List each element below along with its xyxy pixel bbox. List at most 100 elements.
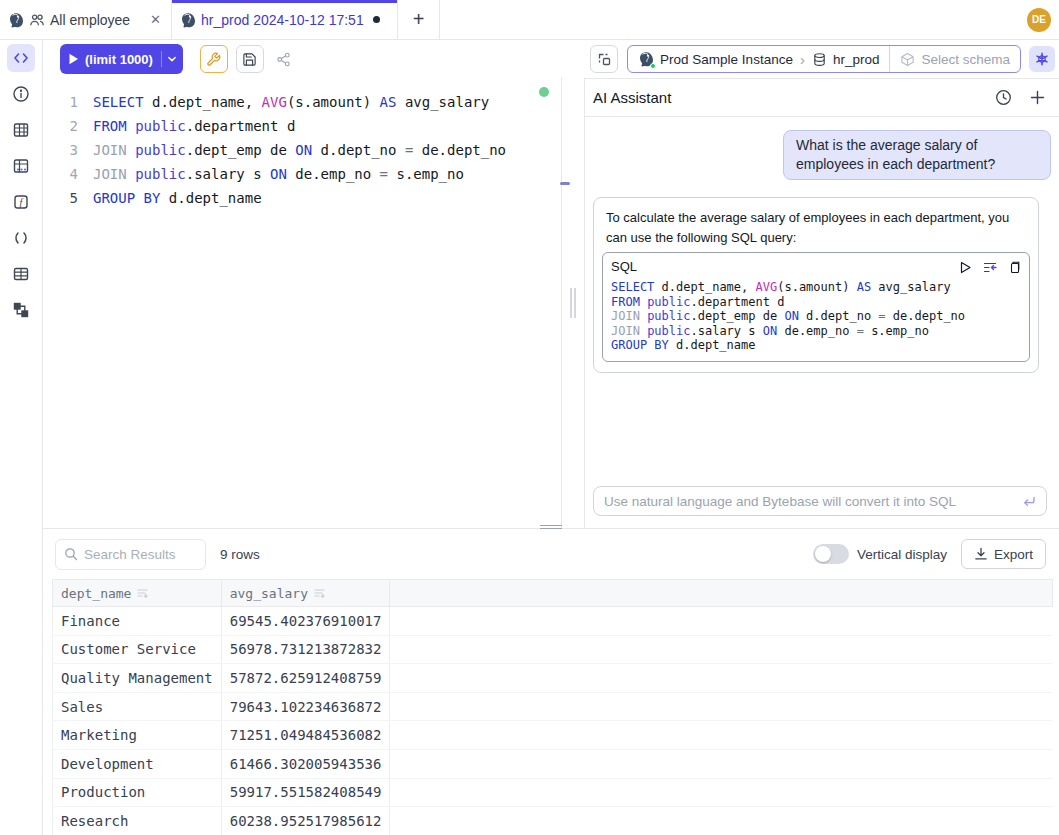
history-button[interactable] (995, 89, 1012, 106)
chevron-down-icon[interactable] (167, 54, 177, 64)
copy-code-button[interactable] (1008, 261, 1021, 274)
parentheses-icon (12, 229, 30, 247)
table-cell[interactable]: Quality Management (53, 664, 222, 693)
sidebar-item-editor[interactable] (7, 44, 35, 72)
drag-handle[interactable] (571, 288, 576, 318)
table-cell[interactable]: 79643.102234636872 (221, 692, 390, 721)
ai-assistant-button[interactable] (1029, 46, 1055, 72)
sidebar-item-procedures[interactable] (12, 229, 30, 247)
status-dot (650, 63, 656, 69)
table-cell-empty (390, 749, 1053, 778)
connection-breadcrumb: Prod Sample Instance › hr_prod Select sc… (627, 45, 1021, 73)
column-header[interactable]: dept_name (53, 580, 222, 607)
new-tab-button[interactable]: + (398, 0, 440, 39)
sidebar-item-tables[interactable] (12, 121, 30, 139)
table-row[interactable]: Customer Service56978.731213872832 (53, 635, 1053, 664)
nl2sql-input[interactable]: Use natural language and Bytebase will c… (593, 486, 1047, 516)
avatar[interactable]: DE (1027, 8, 1051, 32)
editor-line[interactable]: 5GROUP BY d.dept_name (43, 186, 561, 210)
close-tab-icon[interactable]: ✕ (150, 12, 161, 27)
sidebar-item-views[interactable] (12, 265, 30, 283)
new-chat-button[interactable] (1030, 90, 1045, 105)
horizontal-drag-handle[interactable] (540, 525, 562, 529)
copy-icon (1008, 261, 1021, 274)
tab-all-employee[interactable]: All employee ✕ (0, 0, 172, 39)
editor-line[interactable]: 3JOIN public.dept_emp de ON d.dept_no = … (43, 138, 561, 162)
play-icon (959, 261, 972, 274)
table-row[interactable]: Development61466.302005943536 (53, 749, 1053, 778)
table-cell[interactable]: Finance (53, 607, 222, 636)
table-cell-empty (390, 721, 1053, 750)
left-icon-rail: f (0, 40, 43, 835)
view-table-icon (12, 265, 30, 283)
batch-query-button[interactable] (590, 45, 618, 73)
play-icon (68, 53, 79, 65)
table-row[interactable]: Production59917.551582408549 (53, 778, 1053, 807)
panel-splitter[interactable] (562, 78, 584, 528)
connection-status-dot (539, 87, 549, 97)
table-cell[interactable]: Sales (53, 692, 222, 721)
insert-code-button[interactable] (983, 261, 997, 274)
table-row[interactable]: Research60238.952517985612 (53, 807, 1053, 835)
table-cell[interactable]: Marketing (53, 721, 222, 750)
chat-area: What is the average salary of employees … (585, 117, 1059, 486)
table-row[interactable]: Marketing71251.049484536082 (53, 721, 1053, 750)
vertical-display-toggle[interactable] (813, 544, 849, 564)
tab-label: All employee (50, 12, 130, 28)
run-code-button[interactable] (959, 261, 972, 274)
user-message: What is the average salary of employees … (783, 130, 1051, 180)
instance-name: Prod Sample Instance (660, 52, 793, 67)
table-cell[interactable]: 59917.551582408549 (221, 778, 390, 807)
tab-hr-prod[interactable]: hr_prod 2024-10-12 17:51 (172, 0, 398, 39)
divider (161, 51, 162, 67)
table-cell[interactable]: Production (53, 778, 222, 807)
table-row[interactable]: Sales79643.102234636872 (53, 692, 1053, 721)
table-cell[interactable]: Customer Service (53, 635, 222, 664)
sort-icon[interactable] (314, 588, 325, 598)
schema-diagram-icon (12, 301, 30, 319)
export-label: Export (994, 547, 1033, 562)
sidebar-item-external-tables[interactable] (12, 157, 30, 175)
sidebar-item-functions[interactable]: f (12, 193, 30, 211)
format-sql-button[interactable] (200, 45, 228, 73)
editor-line[interactable]: 1SELECT d.dept_name, AVG(s.amount) AS av… (43, 90, 561, 114)
table-cell[interactable]: 61466.302005943536 (221, 749, 390, 778)
save-icon (242, 52, 257, 67)
postgresql-icon (8, 12, 24, 28)
editor-line[interactable]: 2FROM public.department d (43, 114, 561, 138)
schema-select[interactable]: Select schema (890, 52, 1020, 67)
table-cell[interactable]: 60238.952517985612 (221, 807, 390, 835)
table-cell[interactable]: Research (53, 807, 222, 835)
vertical-display-label: Vertical display (857, 547, 947, 562)
postgresql-icon (180, 12, 196, 28)
run-query-button[interactable]: (limit 1000) (60, 44, 183, 74)
column-header-empty (390, 580, 1053, 607)
export-button[interactable]: Export (961, 539, 1046, 569)
sidebar-item-info[interactable] (12, 85, 30, 103)
schema-placeholder: Select schema (921, 52, 1010, 67)
column-header[interactable]: avg_salary (221, 580, 390, 607)
sql-editor[interactable]: 1SELECT d.dept_name, AVG(s.amount) AS av… (43, 78, 562, 528)
save-button[interactable] (236, 45, 264, 73)
table-cell[interactable]: Development (53, 749, 222, 778)
input-placeholder: Use natural language and Bytebase will c… (604, 494, 1022, 509)
results-table-wrap: dept_name avg_salary Finance69545.402376… (52, 579, 1059, 835)
table-row[interactable]: Finance69545.402376910017 (53, 607, 1053, 636)
sort-icon[interactable] (137, 588, 148, 598)
table-cell[interactable]: 56978.731213872832 (221, 635, 390, 664)
editor-line[interactable]: 4JOIN public.salary s ON de.emp_no = s.e… (43, 162, 561, 186)
ai-assistant-header: AI Assistant (585, 79, 1059, 117)
search-results-input[interactable]: Search Results (55, 539, 206, 570)
sheet-shared-icon (29, 12, 45, 28)
table-row[interactable]: Quality Management57872.625912408759 (53, 664, 1053, 693)
share-button[interactable] (270, 45, 298, 73)
table-cell[interactable]: 69545.402376910017 (221, 607, 390, 636)
sidebar-item-schema-diagram[interactable] (12, 301, 30, 319)
run-limit-label: (limit 1000) (85, 52, 153, 67)
batch-query-icon (597, 52, 612, 67)
sql-editor-app: All employee ✕ hr_prod 2024-10-12 17:51 … (0, 0, 1059, 835)
table-cell[interactable]: 71251.049484536082 (221, 721, 390, 750)
table-cell[interactable]: 57872.625912408759 (221, 664, 390, 693)
assistant-message: To calculate the average salary of emplo… (593, 197, 1039, 373)
instance-database-select[interactable]: Prod Sample Instance › hr_prod (628, 51, 889, 68)
